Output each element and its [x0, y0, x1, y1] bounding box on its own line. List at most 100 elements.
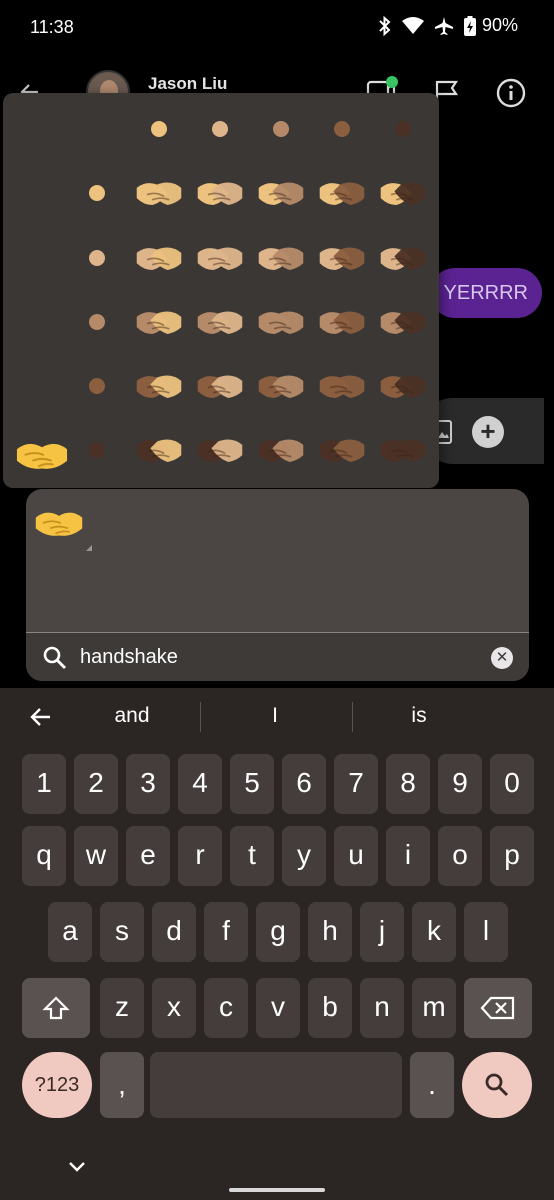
airplane-icon	[434, 16, 453, 35]
search-input[interactable]: handshake	[80, 646, 178, 669]
key-9[interactable]: 9	[438, 754, 482, 814]
key-8[interactable]: 8	[386, 754, 430, 814]
add-attachment-button[interactable]: +	[472, 416, 504, 448]
key-w[interactable]: w	[74, 826, 118, 886]
handshake-tone-variant[interactable]	[318, 366, 366, 406]
info-icon[interactable]	[496, 78, 526, 108]
handshake-tone-variant[interactable]	[257, 173, 305, 213]
key-q[interactable]: q	[22, 826, 66, 886]
handshake-tone-variant[interactable]	[318, 302, 366, 342]
key-l[interactable]: l	[464, 902, 508, 962]
battery-percent: 90%	[481, 15, 518, 35]
key-1[interactable]: 1	[22, 754, 66, 814]
handshake-tone-variant[interactable]	[196, 430, 244, 470]
period-key[interactable]: .	[410, 1052, 454, 1118]
chevron-down-icon[interactable]	[68, 1160, 86, 1174]
handshake-tone-variant[interactable]	[196, 366, 244, 406]
key-s[interactable]: s	[100, 902, 144, 962]
handshake-default-emoji[interactable]	[15, 433, 69, 477]
backspace-icon	[480, 996, 515, 1020]
key-z[interactable]: z	[100, 978, 144, 1038]
handshake-tone-variant[interactable]	[318, 430, 366, 470]
handshake-tone-variant[interactable]	[135, 366, 183, 406]
backspace-key[interactable]	[464, 978, 532, 1038]
key-r[interactable]: r	[178, 826, 222, 886]
handshake-tone-variant[interactable]	[135, 430, 183, 470]
handshake-tone-variant[interactable]	[318, 173, 366, 213]
key-m[interactable]: m	[412, 978, 456, 1038]
key-f[interactable]: f	[204, 902, 248, 962]
key-5[interactable]: 5	[230, 754, 274, 814]
suggestion-strip: and I is	[0, 688, 554, 744]
suggestion-divider	[200, 702, 201, 732]
key-2[interactable]: 2	[74, 754, 118, 814]
key-g[interactable]: g	[256, 902, 300, 962]
key-o[interactable]: o	[438, 826, 482, 886]
key-v[interactable]: v	[256, 978, 300, 1038]
key-e[interactable]: e	[126, 826, 170, 886]
handshake-tone-variant[interactable]	[318, 238, 366, 278]
arrow-back-icon[interactable]	[28, 704, 54, 730]
handshake-tone-variant[interactable]	[379, 302, 427, 342]
key-a[interactable]: a	[48, 902, 92, 962]
key-x[interactable]: x	[152, 978, 196, 1038]
key-6[interactable]: 6	[282, 754, 326, 814]
left-hand-tone-dot	[89, 378, 105, 394]
handshake-tone-variant[interactable]	[379, 173, 427, 213]
handshake-tone-variant[interactable]	[257, 302, 305, 342]
home-indicator[interactable]	[229, 1188, 325, 1192]
key-4[interactable]: 4	[178, 754, 222, 814]
key-n[interactable]: n	[360, 978, 404, 1038]
handshake-tone-variant[interactable]	[379, 366, 427, 406]
suggestion-2[interactable]: I	[225, 704, 325, 728]
suggestion-divider	[352, 702, 353, 732]
key-k[interactable]: k	[412, 902, 456, 962]
key-i[interactable]: i	[386, 826, 430, 886]
handshake-tone-variant[interactable]	[135, 238, 183, 278]
clear-search-icon[interactable]: ✕	[491, 647, 513, 669]
key-7[interactable]: 7	[334, 754, 378, 814]
contact-name[interactable]: Jason Liu	[148, 74, 227, 94]
handshake-tone-variant[interactable]	[379, 238, 427, 278]
key-y[interactable]: y	[282, 826, 326, 886]
key-h[interactable]: h	[308, 902, 352, 962]
emoji-search-bar[interactable]: handshake ✕	[26, 632, 529, 681]
suggestion-1[interactable]: and	[82, 704, 182, 728]
shift-icon	[42, 996, 70, 1020]
handshake-tone-variant[interactable]	[257, 366, 305, 406]
status-time: 11:38	[30, 17, 74, 37]
key-d[interactable]: d	[152, 902, 196, 962]
handshake-tone-variant[interactable]	[196, 302, 244, 342]
key-c[interactable]: c	[204, 978, 248, 1038]
symbols-key[interactable]: ?123	[22, 1052, 92, 1118]
handshake-tone-variant[interactable]	[196, 173, 244, 213]
right-hand-tone-dot	[273, 121, 289, 137]
key-b[interactable]: b	[308, 978, 352, 1038]
suggestion-3[interactable]: is	[369, 704, 469, 728]
comma-key[interactable]: ,	[100, 1052, 144, 1118]
search-action-key[interactable]	[462, 1052, 532, 1118]
wifi-icon	[401, 16, 424, 34]
handshake-emoji-result[interactable]	[34, 503, 84, 543]
space-key[interactable]	[150, 1052, 402, 1118]
handshake-tone-variant[interactable]	[135, 173, 183, 213]
right-hand-tone-dot	[334, 121, 350, 137]
key-p[interactable]: p	[490, 826, 534, 886]
left-hand-tone-dot	[89, 250, 105, 266]
key-0[interactable]: 0	[490, 754, 534, 814]
handshake-tone-variant[interactable]	[196, 238, 244, 278]
key-t[interactable]: t	[230, 826, 274, 886]
key-j[interactable]: j	[360, 902, 404, 962]
handshake-tone-variant[interactable]	[135, 302, 183, 342]
message-bubble[interactable]: YERRRR	[429, 268, 542, 318]
status-icons: 90%	[378, 15, 518, 36]
key-u[interactable]: u	[334, 826, 378, 886]
handshake-tone-variant[interactable]	[257, 430, 305, 470]
key-3[interactable]: 3	[126, 754, 170, 814]
shift-key[interactable]	[22, 978, 90, 1038]
right-hand-tone-dot	[151, 121, 167, 137]
handshake-tone-variant[interactable]	[379, 430, 427, 470]
handshake-tone-variant[interactable]	[257, 238, 305, 278]
status-bar: 11:38 90%	[0, 0, 554, 56]
bluetooth-icon	[379, 15, 391, 36]
